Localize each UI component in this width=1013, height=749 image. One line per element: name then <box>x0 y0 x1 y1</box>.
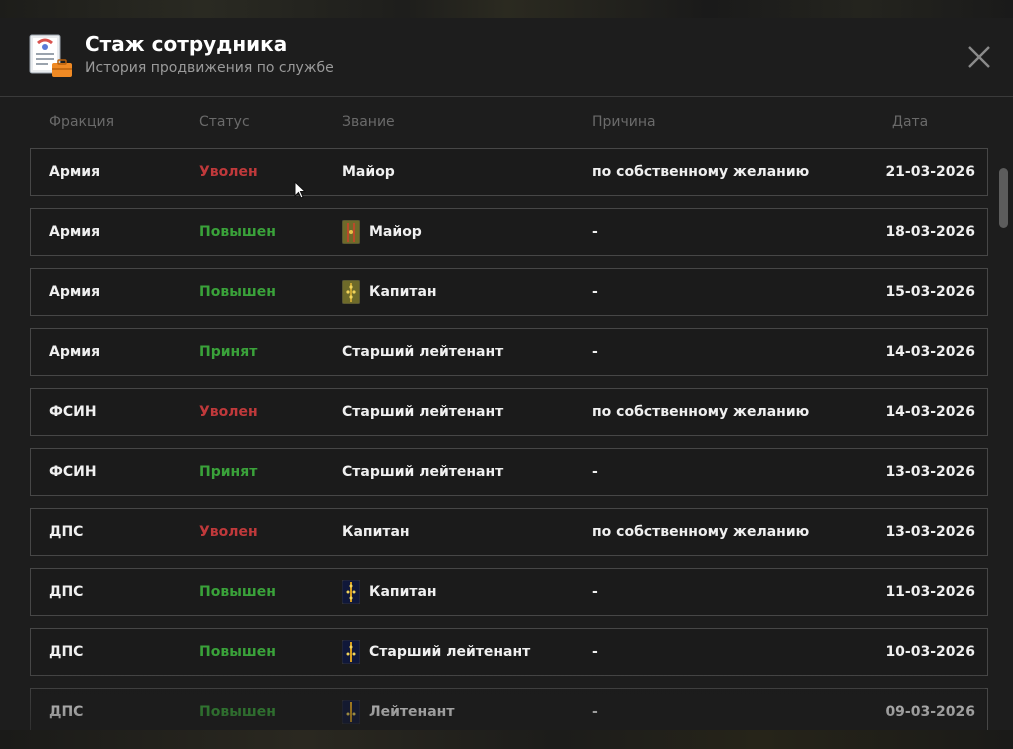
row-faction: ФСИН <box>49 464 97 480</box>
row-status: Повышен <box>199 644 276 660</box>
table-row[interactable]: ДПС Повышен Лейтенант - 09-03-2026 <box>30 688 988 730</box>
row-date: 15-03-2026 <box>885 284 975 300</box>
row-rank: Лейтенант <box>342 689 454 730</box>
row-faction: ДПС <box>49 644 84 660</box>
row-status: Уволен <box>199 524 258 540</box>
table-row[interactable]: Армия Повышен Майор - 18-03-2026 <box>30 208 988 256</box>
row-status: Уволен <box>199 164 258 180</box>
row-reason: - <box>592 704 598 720</box>
background-bottom <box>0 730 1013 749</box>
row-rank-label: Капитан <box>369 284 437 300</box>
row-rank-label: Капитан <box>369 584 437 600</box>
row-rank: Старший лейтенант <box>342 629 530 675</box>
modal-header: Стаж сотрудника История продвижения по с… <box>0 18 1013 97</box>
rank-insignia-icon <box>342 580 360 604</box>
row-rank-label: Старший лейтенант <box>369 644 531 660</box>
row-status: Уволен <box>199 404 258 420</box>
scrollbar-thumb[interactable] <box>999 168 1008 228</box>
column-header-faction[interactable]: Фракция <box>49 114 114 130</box>
row-faction: ДПС <box>49 584 84 600</box>
table-row[interactable]: Армия Принят Старший лейтенант - 14-03-2026 <box>30 328 988 376</box>
row-faction: Армия <box>49 224 101 240</box>
row-faction: Армия <box>49 164 101 180</box>
column-header-date[interactable]: Дата <box>892 114 928 130</box>
row-date: 09-03-2026 <box>885 704 975 720</box>
row-reason: - <box>592 464 598 480</box>
row-reason: по собственному желанию <box>592 164 810 180</box>
table-row[interactable]: ДПС Повышен Старший лейтенант - 10-03-2026 <box>30 628 988 676</box>
row-reason: по собственному желанию <box>592 524 810 540</box>
row-date: 11-03-2026 <box>885 584 975 600</box>
row-date: 13-03-2026 <box>885 464 975 480</box>
close-icon[interactable] <box>962 40 996 74</box>
row-date: 10-03-2026 <box>885 644 975 660</box>
row-reason: - <box>592 224 598 240</box>
page-title: Стаж сотрудника <box>85 32 288 56</box>
row-reason: - <box>592 644 598 660</box>
row-rank: Старший лейтенант <box>342 329 503 375</box>
row-faction: ДПС <box>49 704 84 720</box>
service-history-modal: Стаж сотрудника История продвижения по с… <box>0 18 1013 730</box>
history-table: Армия Уволен Майор по собственному желанию 2… <box>30 148 988 730</box>
row-reason: - <box>592 344 598 360</box>
table-row[interactable]: ДПС Повышен Капитан - 11-03-2026 <box>30 568 988 616</box>
table-row[interactable]: Армия Повышен Капитан - 15-03-2026 <box>30 268 988 316</box>
column-header-rank[interactable]: Звание <box>342 114 395 130</box>
row-rank: Капитан <box>342 269 437 315</box>
row-date: 18-03-2026 <box>885 224 975 240</box>
row-date: 21-03-2026 <box>885 164 975 180</box>
row-rank-label: Майор <box>369 224 422 240</box>
row-status: Повышен <box>199 224 276 240</box>
rank-insignia-icon <box>342 280 360 304</box>
row-status: Принят <box>199 464 258 480</box>
row-reason: - <box>592 284 598 300</box>
row-rank-label: Старший лейтенант <box>342 404 504 420</box>
row-rank: Капитан <box>342 509 410 555</box>
row-rank-label: Капитан <box>342 524 410 540</box>
row-rank: Капитан <box>342 569 437 615</box>
document-briefcase-icon <box>29 34 72 77</box>
table-row[interactable]: ФСИН Принят Старший лейтенант - 13-03-2026 <box>30 448 988 496</box>
table-row[interactable]: Армия Уволен Майор по собственному желанию 2… <box>30 148 988 196</box>
row-rank-label: Лейтенант <box>369 704 455 720</box>
rank-insignia-icon <box>342 700 360 724</box>
row-rank-label: Старший лейтенант <box>342 464 504 480</box>
row-status: Повышен <box>199 704 276 720</box>
row-date: 14-03-2026 <box>885 344 975 360</box>
row-faction: Армия <box>49 284 101 300</box>
row-faction: ФСИН <box>49 404 97 420</box>
row-status: Повышен <box>199 584 276 600</box>
rank-insignia-icon <box>342 220 360 244</box>
table-row[interactable]: ФСИН Уволен Старший лейтенант по собственно… <box>30 388 988 436</box>
scrollbar-track[interactable] <box>999 168 1009 728</box>
rank-insignia-icon <box>342 640 360 664</box>
row-status: Принят <box>199 344 258 360</box>
row-rank: Старший лейтенант <box>342 449 503 495</box>
page-subtitle: История продвижения по службе <box>85 60 334 76</box>
row-rank: Старший лейтенант <box>342 389 503 435</box>
column-header-reason[interactable]: Причина <box>592 114 656 130</box>
background-top <box>0 0 1013 18</box>
row-date: 14-03-2026 <box>885 404 975 420</box>
row-rank: Майор <box>342 149 395 195</box>
row-rank: Майор <box>342 209 422 255</box>
row-reason: по собственному желанию <box>592 404 810 420</box>
column-header-status[interactable]: Статус <box>199 114 250 130</box>
row-faction: Армия <box>49 344 101 360</box>
row-rank-label: Майор <box>342 164 395 180</box>
row-faction: ДПС <box>49 524 84 540</box>
mouse-cursor-icon <box>294 181 307 199</box>
table-row[interactable]: ДПС Уволен Капитан по собственному желанию 1… <box>30 508 988 556</box>
row-status: Повышен <box>199 284 276 300</box>
row-date: 13-03-2026 <box>885 524 975 540</box>
row-rank-label: Старший лейтенант <box>342 344 504 360</box>
row-reason: - <box>592 584 598 600</box>
